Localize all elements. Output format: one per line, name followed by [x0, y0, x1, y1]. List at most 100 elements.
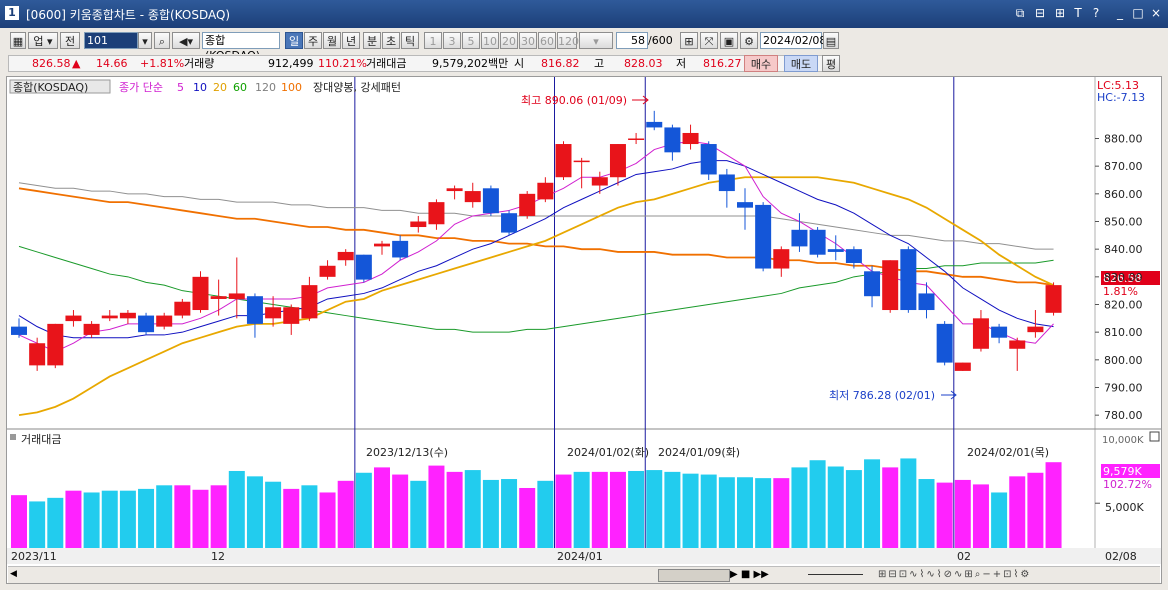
period-year[interactable]: 년 [342, 32, 360, 49]
prev-button[interactable]: 전 [60, 32, 80, 49]
candle [936, 321, 953, 366]
interval-10[interactable]: 10 [481, 32, 499, 49]
volume-bar [11, 495, 27, 548]
sell-button[interactable]: 매도 [784, 55, 818, 72]
candle-body [410, 221, 427, 228]
layout-icon[interactable]: ⊞ [1052, 5, 1068, 21]
period-week[interactable]: 주 [304, 32, 322, 49]
interval-20[interactable]: 20 [500, 32, 518, 49]
quote-bar: 826.58 ▲ 14.66 +1.81% 거래량 912,499 110.21… [0, 54, 1168, 74]
candle-body [174, 301, 191, 316]
volume-pct: 110.21% [318, 57, 367, 70]
candle-body [718, 174, 735, 192]
total-count: /600 [648, 34, 673, 47]
legend-ma100: 100 [281, 81, 302, 94]
candlestick-chart[interactable]: 종합(KOSDAQ) 종가 단순 5 10 20 60 120 100 장대양봉… [7, 77, 1161, 583]
period-second[interactable]: 초 [382, 32, 400, 49]
volume-panel-close-icon[interactable] [1149, 431, 1160, 442]
date-input[interactable]: 2024/02/08 [760, 32, 826, 49]
period-minute[interactable]: 분 [363, 32, 381, 49]
interval-1[interactable]: 1 [424, 32, 442, 49]
candle-body [1045, 285, 1062, 313]
calendar-icon[interactable]: ▤ [823, 32, 839, 49]
vline-label-3: 2024/01/09(화) [658, 446, 740, 459]
volume-panel-title: 거래대금 [21, 433, 61, 446]
evaluate-button[interactable]: 평 [822, 55, 840, 72]
candle-body [392, 240, 409, 258]
candle-body [555, 144, 572, 178]
candle-body [83, 323, 100, 335]
price-tick-label: 830.00 [1104, 271, 1143, 284]
interval-60[interactable]: 60 [538, 32, 556, 49]
drawing-tools-icons[interactable]: ⊞⊟⊡∿⌇∿⌇⊘∿⊞⌕−+⊡⌇⚙ [878, 568, 1158, 581]
maximize-button[interactable]: □ [1130, 5, 1146, 21]
volume-bar [101, 490, 118, 548]
volume-bar [537, 480, 554, 548]
help-icon[interactable]: ? [1088, 5, 1104, 21]
hc-label: HC:-7.13 [1097, 91, 1145, 104]
chart-window: 1 [0600] 키움종합차트 - 종합(KOSDAQ) ⧉ ⊟ ⊞ T ? _… [0, 0, 1168, 590]
menu-icon[interactable]: ▦ [10, 32, 26, 49]
tool-icon[interactable]: ⤧ [700, 32, 718, 49]
font-icon[interactable]: T [1070, 5, 1086, 21]
minimize-button[interactable]: _ [1112, 5, 1128, 21]
gear-icon[interactable]: ⚙ [740, 32, 758, 49]
code-dropdown-icon[interactable]: ▾ [138, 32, 152, 49]
count-input[interactable]: 58 [616, 32, 648, 49]
volume-bar [609, 471, 626, 548]
period-day[interactable]: 일 [285, 32, 303, 49]
candle-body [374, 243, 390, 247]
tile-icon[interactable]: ⧉ [1012, 5, 1028, 21]
interval-30[interactable]: 30 [519, 32, 537, 49]
candle-body [119, 312, 136, 319]
candle [47, 323, 64, 369]
chart-scrollbar[interactable]: ◀ ▶ ■ ▶▶ ⊞⊟⊡∿⌇∿⌇⊘∿⊞⌕−+⊡⌇⚙ [8, 566, 1160, 583]
close-button[interactable]: × [1148, 5, 1164, 21]
candle-body [11, 326, 27, 335]
volume-bar [83, 492, 100, 548]
save-icon[interactable]: ▣ [720, 32, 738, 49]
add-indicator-icon[interactable]: ⊞ [680, 32, 698, 49]
current-price: 826.58 [32, 57, 71, 70]
playback-controls[interactable]: ▶ ■ ▶▶ [730, 568, 790, 581]
search-icon[interactable]: ⌕ [154, 32, 170, 49]
vline-label-4: 2024/02/01(목) [967, 446, 1049, 459]
candle-body [65, 315, 82, 322]
volume-bar [991, 492, 1008, 548]
volume-bar [428, 465, 445, 548]
zoom-slider[interactable] [808, 574, 863, 575]
candle-body [954, 362, 971, 371]
candle-body [29, 343, 46, 366]
interval-dropdown[interactable]: ▾ [579, 32, 613, 49]
chart-area[interactable]: 종합(KOSDAQ) 종가 단순 5 10 20 60 120 100 장대양봉… [6, 76, 1162, 584]
period-tick[interactable]: 틱 [401, 32, 419, 49]
volume-bar [882, 467, 899, 548]
interval-5[interactable]: 5 [462, 32, 480, 49]
market-select[interactable]: 업 ▾ [28, 32, 58, 49]
volume-bar [119, 490, 136, 548]
volume-top-label: 10,000K [1102, 435, 1144, 446]
candle-body [864, 271, 881, 297]
period-month[interactable]: 월 [323, 32, 341, 49]
speaker-icon[interactable]: ◀▾ [172, 32, 200, 49]
volume-bar [682, 473, 699, 548]
volume-value: 912,499 [268, 57, 314, 70]
candle-body [936, 323, 953, 363]
scroll-thumb[interactable] [658, 569, 730, 582]
volume-bar [47, 497, 64, 548]
scroll-left-icon[interactable]: ◀ [10, 569, 20, 580]
candle-body [737, 202, 753, 208]
code-input[interactable]: 101 [84, 32, 138, 49]
interval-3[interactable]: 3 [443, 32, 461, 49]
volume-bar [138, 488, 155, 548]
volume-label: 거래량 [184, 57, 215, 70]
volume-bar [246, 476, 263, 548]
volume-bar [501, 479, 518, 548]
candle [755, 202, 772, 272]
price-tick-label: 850.00 [1104, 216, 1143, 229]
buy-button[interactable]: 매수 [744, 55, 778, 72]
candle [882, 260, 899, 313]
interval-120[interactable]: 120 [557, 32, 579, 49]
cascade-icon[interactable]: ⊟ [1032, 5, 1048, 21]
up-arrow-icon: ▲ [72, 57, 81, 70]
